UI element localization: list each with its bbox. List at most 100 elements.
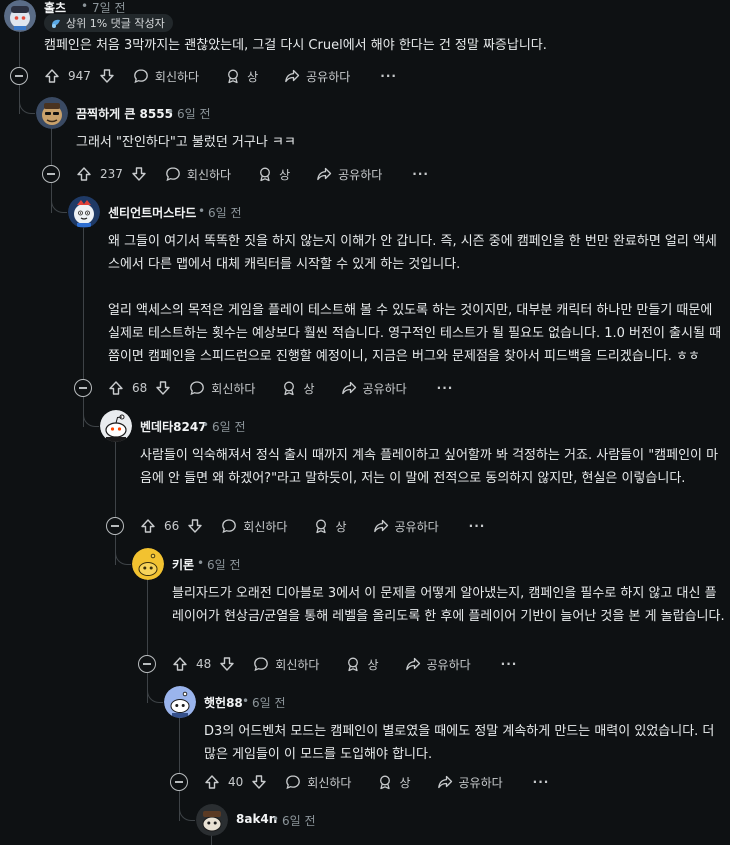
comment-paragraph: 캠페인은 처음 3막까지는 괜찮았는데, 그걸 다시 Cruel에서 해야 한다… xyxy=(44,38,547,53)
more-options-button[interactable]: ··· xyxy=(501,648,518,680)
reply-button[interactable]: 회신하다 xyxy=(221,510,287,542)
more-icon: ··· xyxy=(436,381,454,395)
more-options-button[interactable]: ··· xyxy=(533,766,550,798)
comment-paragraph: 블리자드가 오래전 디아블로 3에서 이 문제를 어떻게 알아냈는지, 캠페인을… xyxy=(172,586,725,624)
user-avatar[interactable] xyxy=(68,196,100,228)
user-avatar[interactable] xyxy=(4,0,36,32)
share-icon xyxy=(341,381,356,395)
comment-body: 사람들이 익숙해져서 정식 출시 때까지 계속 플레이하고 싶어할까 봐 걱정하… xyxy=(140,444,726,490)
comment-actions: 40 회신하다 상 공유하다 ··· xyxy=(204,766,549,798)
user-avatar[interactable] xyxy=(36,97,68,129)
share-icon xyxy=(405,657,420,671)
thread-elbow xyxy=(83,409,99,427)
share-label: 공유하다 xyxy=(338,167,383,182)
comment-actions: 947 회신하다 상 공유하다 ··· xyxy=(44,60,397,92)
comment-author[interactable]: 끔찍하게 큰 8555 xyxy=(76,105,173,122)
award-button[interactable]: 상 xyxy=(377,766,411,798)
downvote-icon[interactable] xyxy=(219,656,235,672)
more-options-button[interactable]: ··· xyxy=(437,372,454,404)
reply-label: 회신하다 xyxy=(211,381,256,396)
comment-author[interactable]: 벤데타8247 xyxy=(140,418,207,435)
comment-paragraph: 그래서 "잔인하다"고 불렀던 거구나 ㅋㅋ xyxy=(76,135,296,150)
downvote-icon[interactable] xyxy=(155,380,171,396)
share-button[interactable]: 공유하다 xyxy=(405,648,471,680)
downvote-icon[interactable] xyxy=(99,68,115,84)
downvote-icon[interactable] xyxy=(131,166,147,182)
award-button[interactable]: 상 xyxy=(281,372,315,404)
comment-body: 그래서 "잔인하다"고 불렀던 거구나 ㅋㅋ xyxy=(76,131,726,154)
thread-line[interactable] xyxy=(179,717,180,773)
reply-button[interactable]: 회신하다 xyxy=(133,60,199,92)
comment-body: 왜 그들이 여기서 똑똑한 짓을 하지 않는지 이해가 안 갑니다. 즉, 시즌… xyxy=(108,230,726,368)
downvote-icon[interactable] xyxy=(187,518,203,534)
share-icon xyxy=(437,775,452,789)
comment-time[interactable]: 6일 전 xyxy=(208,204,242,221)
comment-body: D3의 어드벤처 모드는 캠페인이 별로였을 때에도 정말 계속하게 만드는 매… xyxy=(204,720,726,766)
share-button[interactable]: 공유하다 xyxy=(284,60,350,92)
upvote-icon[interactable] xyxy=(204,774,220,790)
comment-time[interactable]: 6일 전 xyxy=(252,694,286,711)
comment-author[interactable]: 센티언트머스타드 xyxy=(108,204,196,221)
share-label: 공유하다 xyxy=(306,69,351,84)
comment-author[interactable]: 햇헌88 xyxy=(204,694,243,711)
share-button[interactable]: 공유하다 xyxy=(341,372,407,404)
upvote-icon[interactable] xyxy=(44,68,60,84)
award-button[interactable]: 상 xyxy=(225,60,258,92)
reply-label: 회신하다 xyxy=(307,775,352,790)
upvote-icon[interactable] xyxy=(76,166,92,182)
more-options-button[interactable]: ··· xyxy=(412,158,429,190)
comment-time[interactable]: 6일 전 xyxy=(282,812,316,829)
user-flair: 상위 1% 댓글 작성자 xyxy=(44,14,173,32)
vote-controls: 68 xyxy=(108,380,171,396)
share-button[interactable]: 공유하다 xyxy=(373,510,439,542)
collapse-thread-button[interactable] xyxy=(10,67,28,85)
award-label: 상 xyxy=(399,775,411,790)
thread-line[interactable] xyxy=(51,128,52,165)
share-button[interactable]: 공유하다 xyxy=(316,158,382,190)
thread-line[interactable] xyxy=(115,441,116,517)
comment-time[interactable]: 6일 전 xyxy=(207,556,241,573)
award-button[interactable]: 상 xyxy=(313,510,347,542)
vote-score: 947 xyxy=(68,69,91,83)
collapse-thread-button[interactable] xyxy=(42,165,60,183)
comment-paragraph: 사람들이 익숙해져서 정식 출시 때까지 계속 플레이하고 싶어할까 봐 걱정하… xyxy=(140,448,719,486)
collapse-thread-button[interactable] xyxy=(170,773,188,791)
user-avatar[interactable] xyxy=(196,804,228,836)
comment-time[interactable]: 6일 전 xyxy=(212,418,246,435)
collapse-thread-button[interactable] xyxy=(106,517,124,535)
thread-line[interactable] xyxy=(147,579,148,655)
downvote-icon[interactable] xyxy=(251,774,267,790)
award-button[interactable]: 상 xyxy=(257,158,290,190)
vote-score: 68 xyxy=(132,381,148,395)
reply-button[interactable]: 회신하다 xyxy=(285,766,351,798)
comment-time[interactable]: 6일 전 xyxy=(177,105,211,122)
more-options-button[interactable]: ··· xyxy=(469,510,486,542)
share-button[interactable]: 공유하다 xyxy=(437,766,503,798)
award-icon xyxy=(380,775,391,790)
collapse-thread-button[interactable] xyxy=(74,379,92,397)
thread-elbow xyxy=(115,547,131,565)
thread-line[interactable] xyxy=(83,227,84,379)
upvote-icon[interactable] xyxy=(140,518,156,534)
upvote-icon[interactable] xyxy=(108,380,124,396)
share-icon xyxy=(317,167,332,181)
award-button[interactable]: 상 xyxy=(345,648,379,680)
meta-separator: • xyxy=(272,812,280,826)
more-options-button[interactable]: ··· xyxy=(380,60,397,92)
reply-label: 회신하다 xyxy=(275,657,320,672)
reply-button[interactable]: 회신하다 xyxy=(165,158,231,190)
award-label: 상 xyxy=(279,167,291,182)
more-icon: ··· xyxy=(532,775,550,789)
reply-button[interactable]: 회신하다 xyxy=(189,372,255,404)
user-avatar[interactable] xyxy=(100,410,132,442)
upvote-icon[interactable] xyxy=(172,656,188,672)
user-avatar[interactable] xyxy=(164,686,196,718)
collapse-thread-button[interactable] xyxy=(138,655,156,673)
thread-line[interactable] xyxy=(211,835,212,845)
comment-author[interactable]: 키론 xyxy=(172,556,194,573)
award-icon xyxy=(348,657,359,672)
user-avatar[interactable] xyxy=(132,548,164,580)
share-icon xyxy=(373,519,388,533)
more-icon: ··· xyxy=(380,69,397,83)
reply-button[interactable]: 회신하다 xyxy=(253,648,319,680)
